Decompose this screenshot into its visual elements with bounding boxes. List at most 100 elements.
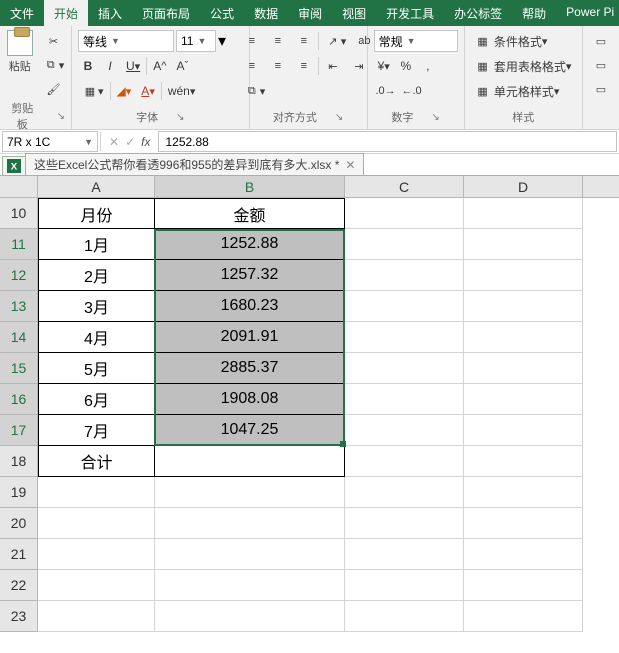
cell-D10[interactable] [464, 198, 583, 229]
cell-B22[interactable] [155, 570, 345, 601]
cell-B17[interactable]: 1047.25 [155, 415, 345, 446]
align-center-button[interactable]: ≡ [266, 55, 290, 77]
cell-C11[interactable] [345, 229, 464, 260]
cell-B16[interactable]: 1908.08 [155, 384, 345, 415]
workbook-tab[interactable]: 这些Excel公式帮你看透996和955的差异到底有多大.xlsx * ✕ [25, 153, 364, 175]
decrease-font-button[interactable]: Aˇ [172, 55, 192, 77]
enter-formula-button[interactable]: ✓ [125, 135, 135, 149]
tab-help[interactable]: 帮助 [512, 0, 556, 26]
tab-file[interactable]: 文件 [0, 0, 44, 26]
cell-D21[interactable] [464, 539, 583, 570]
borders-button[interactable]: ▦▾ [78, 80, 108, 102]
name-box[interactable]: 7R x 1C ▼ [2, 131, 98, 152]
cell-C22[interactable] [345, 570, 464, 601]
copy-button[interactable]: ⧉▾ [39, 54, 69, 76]
cell-D22[interactable] [464, 570, 583, 601]
cell-C12[interactable] [345, 260, 464, 291]
align-right-button[interactable]: ≡ [292, 55, 316, 77]
accounting-format-button[interactable]: ¥▾ [374, 55, 394, 77]
tab-developer[interactable]: 开发工具 [376, 0, 444, 26]
cell-A22[interactable] [38, 570, 155, 601]
cell-A12[interactable]: 2月 [38, 260, 155, 291]
row-header[interactable]: 14 [0, 322, 38, 353]
row-header[interactable]: 12 [0, 260, 38, 291]
row-header[interactable]: 10 [0, 198, 38, 229]
cell-B23[interactable] [155, 601, 345, 632]
cell-D17[interactable] [464, 415, 583, 446]
cell-B21[interactable] [155, 539, 345, 570]
number-format-combo[interactable]: 常规▼ [374, 30, 458, 52]
cell-C23[interactable] [345, 601, 464, 632]
cell-A23[interactable] [38, 601, 155, 632]
cell-B13[interactable]: 1680.23 [155, 291, 345, 322]
format-cells-button[interactable]: ▭ [589, 78, 613, 100]
cell-D20[interactable] [464, 508, 583, 539]
cell-C21[interactable] [345, 539, 464, 570]
cell-A19[interactable] [38, 477, 155, 508]
cell-C14[interactable] [345, 322, 464, 353]
cell-D15[interactable] [464, 353, 583, 384]
cell-styles-button[interactable]: ▦ 单元格样式▾ [471, 80, 576, 102]
tab-officetab[interactable]: 办公标签 [444, 0, 512, 26]
col-header-C[interactable]: C [345, 176, 464, 197]
cell-D14[interactable] [464, 322, 583, 353]
fill-color-button[interactable]: ◢▾ [113, 80, 136, 102]
col-header-B[interactable]: B [155, 176, 345, 197]
cell-C16[interactable] [345, 384, 464, 415]
underline-button[interactable]: U▾ [122, 55, 144, 77]
cell-B14[interactable]: 2091.91 [155, 322, 345, 353]
cell-C18[interactable] [345, 446, 464, 477]
tab-formulas[interactable]: 公式 [200, 0, 244, 26]
row-header[interactable]: 23 [0, 601, 38, 632]
cell-A14[interactable]: 4月 [38, 322, 155, 353]
col-header-D[interactable]: D [464, 176, 583, 197]
cell-D23[interactable] [464, 601, 583, 632]
number-launcher-icon[interactable]: ↘ [431, 112, 439, 123]
cell-B18[interactable] [155, 446, 345, 477]
font-size-combo[interactable]: 11▼ [176, 30, 216, 52]
excel-app-icon-tab[interactable]: X [2, 156, 26, 175]
cell-C17[interactable] [345, 415, 464, 446]
increase-decimal-button[interactable]: .0→ [374, 80, 398, 102]
tab-page-layout[interactable]: 页面布局 [132, 0, 200, 26]
cell-A16[interactable]: 6月 [38, 384, 155, 415]
cell-C20[interactable] [345, 508, 464, 539]
cell-D11[interactable] [464, 229, 583, 260]
col-header-A[interactable]: A [38, 176, 155, 197]
decrease-decimal-button[interactable]: ←.0 [400, 80, 424, 102]
decrease-indent-button[interactable]: ⇤ [321, 55, 345, 77]
tab-data[interactable]: 数据 [244, 0, 288, 26]
cell-D12[interactable] [464, 260, 583, 291]
cell-C19[interactable] [345, 477, 464, 508]
row-header[interactable]: 19 [0, 477, 38, 508]
cell-D13[interactable] [464, 291, 583, 322]
cell-A15[interactable]: 5月 [38, 353, 155, 384]
row-header[interactable]: 13 [0, 291, 38, 322]
phonetic-button[interactable]: wén▾ [164, 80, 200, 102]
orientation-button[interactable]: ↗▾ [321, 30, 351, 52]
cell-C15[interactable] [345, 353, 464, 384]
cell-B10[interactable]: 金额 [155, 198, 345, 229]
cell-A11[interactable]: 1月 [38, 229, 155, 260]
bold-button[interactable]: B [78, 55, 98, 77]
cell-A13[interactable]: 3月 [38, 291, 155, 322]
format-painter-button[interactable]: 🖌 [39, 78, 69, 100]
cell-B12[interactable]: 1257.32 [155, 260, 345, 291]
row-header[interactable]: 21 [0, 539, 38, 570]
tab-review[interactable]: 审阅 [288, 0, 332, 26]
row-header[interactable]: 20 [0, 508, 38, 539]
conditional-format-button[interactable]: ▦ 条件格式▾ [471, 30, 576, 52]
cell-D19[interactable] [464, 477, 583, 508]
close-workbook-icon[interactable]: ✕ [345, 158, 355, 172]
tab-home[interactable]: 开始 [44, 0, 88, 26]
formula-input[interactable]: 1252.88 [158, 131, 617, 152]
align-top-button[interactable]: ≡ [240, 30, 264, 52]
italic-button[interactable]: I [100, 55, 120, 77]
cell-B11[interactable]: 1252.88 [155, 229, 345, 260]
worksheet[interactable]: A B C D 10月份金额111月1252.88122月1257.32133月… [0, 176, 619, 632]
insert-function-button[interactable]: fx [141, 135, 150, 149]
clipboard-launcher-icon[interactable]: ↘ [57, 111, 65, 122]
cell-A10[interactable]: 月份 [38, 198, 155, 229]
percent-button[interactable]: % [396, 55, 416, 77]
paste-button[interactable]: 粘贴 [3, 30, 37, 74]
